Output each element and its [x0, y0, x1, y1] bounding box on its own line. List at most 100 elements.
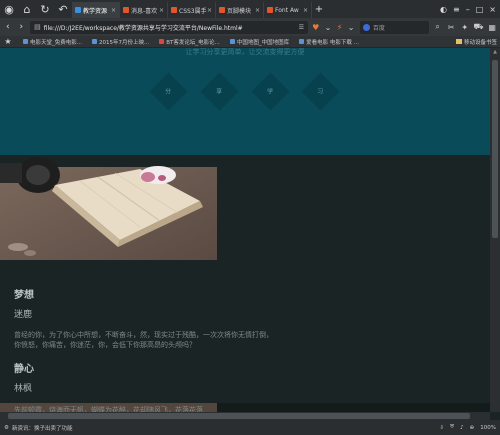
tab-0[interactable]: 教学资源 × — [72, 2, 120, 18]
browser-logo-icon[interactable]: ◉ — [0, 0, 18, 18]
diamond-nav-item[interactable]: 享 — [200, 72, 239, 111]
bookmark-label: 爱看电影 电影下载 ... — [306, 39, 359, 46]
page-icon — [219, 7, 225, 13]
page-icon — [75, 7, 81, 13]
bookmark-label: 电影天堂_免费电影... — [30, 39, 82, 46]
book-photo-illustration — [0, 155, 217, 260]
page-icon — [123, 7, 129, 13]
forward-icon[interactable]: › — [17, 22, 27, 32]
site-icon — [229, 39, 235, 44]
bookmark-label: BT客发论坛_电影论... — [166, 39, 220, 46]
bookmark-item[interactable]: 爱看电影 电影下载 ... — [299, 38, 359, 46]
list-icon[interactable]: ☰ — [299, 24, 304, 31]
section-title: 梦想 — [14, 290, 34, 301]
address-bar[interactable]: ▤ file:///D:/J2EE/workspace/教学资源共享与学习交流平… — [30, 20, 309, 34]
page-content: 让学习分享更简单，让交流变得更方便 分 享 学 习 梦想 迷鹿 曾经的你，为了你… — [0, 48, 490, 420]
cart-icon[interactable]: ⛟ — [473, 22, 483, 32]
close-icon[interactable]: × — [159, 7, 164, 14]
page-icon — [171, 7, 177, 13]
speaker-icon[interactable]: ♪ — [460, 425, 464, 431]
star-icon[interactable]: ★ — [3, 37, 13, 46]
diamond-nav-item[interactable]: 习 — [301, 72, 340, 111]
bookmark-item[interactable]: 电影天堂_免费电影... — [23, 38, 82, 46]
bookmarks-bar: ★ 电影天堂_免费电影... 2015年7月份上映... BT客发论坛_电影论.… — [0, 36, 500, 48]
lightning-icon[interactable]: ⚡ — [337, 23, 343, 32]
url-text: file:///D:/J2EE/workspace/教学资源共享与学习交流平台/… — [43, 24, 243, 32]
menu-icon[interactable]: ≡ — [453, 5, 460, 14]
close-icon[interactable]: × — [303, 7, 308, 14]
diamond-nav-item[interactable]: 学 — [251, 72, 290, 111]
status-bar: ⚙ 新资讯：换子出卖了功能 ⇩ ⛨ ♪ ⊕ 100% — [0, 420, 500, 435]
hero-banner: 让学习分享更简单，让交流变得更方便 分 享 学 习 — [0, 48, 490, 155]
diamond-label: 习 — [317, 88, 324, 96]
search-icon[interactable]: ⌕ — [433, 22, 443, 32]
site-icon — [299, 39, 305, 44]
diamond-nav-item[interactable]: 分 — [149, 72, 188, 111]
site-icon — [23, 39, 28, 44]
close-icon[interactable]: × — [255, 7, 260, 14]
back-icon[interactable]: ‹ — [3, 22, 13, 32]
tab-bar: ◉ ⌂ ↻ ↶ 教学资源 × 消息-喜欢 × CSS3属手 × 页脚模块 × F… — [0, 0, 500, 18]
close-icon[interactable]: × — [207, 7, 212, 14]
search-placeholder: 百度 — [372, 24, 385, 32]
minimize-icon[interactable]: – — [466, 5, 470, 14]
search-engine-icon — [362, 23, 370, 31]
zoom-level[interactable]: 100% — [480, 425, 496, 431]
section-author: 林枫 — [14, 384, 33, 394]
navigation-bar: ‹ › ▤ file:///D:/J2EE/workspace/教学资源共享与学… — [0, 18, 500, 36]
vertical-scrollbar[interactable]: ▲ — [490, 48, 500, 412]
undo-icon[interactable]: ↶ — [54, 0, 72, 18]
horizontal-scrollbar[interactable] — [0, 412, 490, 420]
shield-icon[interactable]: ⛨ — [450, 424, 454, 431]
chevron-down-icon[interactable]: ⌄ — [346, 23, 356, 32]
scroll-thumb[interactable] — [8, 413, 470, 419]
scissors-icon[interactable]: ✂ — [446, 23, 456, 32]
scroll-thumb[interactable] — [492, 60, 498, 238]
hero-caption: 让学习分享更简单，让交流变得更方便 — [185, 48, 305, 56]
tab-label: 页脚模块 — [227, 7, 252, 15]
tab-1[interactable]: 消息-喜欢 × — [120, 2, 168, 18]
chevron-down-icon[interactable]: ⌄ — [323, 23, 333, 32]
mobile-bookmarks-label: 移动设备书签 — [463, 39, 497, 46]
grid-icon[interactable]: ▦ — [487, 23, 497, 32]
new-tab-button[interactable]: + — [312, 4, 326, 15]
extension-icon[interactable]: ✦ — [460, 23, 470, 32]
book-photo — [0, 155, 217, 260]
diamond-label: 分 — [165, 88, 172, 96]
diamond-label: 享 — [216, 88, 223, 96]
bookmark-item[interactable]: 2015年7月份上映... — [92, 38, 149, 46]
tab-4[interactable]: Font Aw × — [264, 2, 312, 18]
tab-label: Font Aw — [275, 6, 299, 14]
close-icon[interactable]: × — [111, 7, 116, 14]
folder-icon — [455, 39, 462, 44]
tab-label: CSS3属手 — [179, 7, 207, 15]
bookmark-item[interactable]: BT客发论坛_电影论... — [159, 38, 220, 46]
status-text: 新资讯：换子出卖了功能 — [11, 425, 73, 432]
download-icon[interactable]: ⇩ — [439, 425, 444, 431]
bookmark-label: 中国地图_中国地图库 — [236, 39, 290, 46]
page-icon — [267, 7, 273, 13]
scroll-up-icon[interactable]: ▲ — [490, 48, 500, 56]
status-tools: ⇩ ⛨ ♪ ⊕ 100% — [439, 424, 496, 431]
tab-3[interactable]: 页脚模块 × — [216, 2, 264, 18]
tab-2[interactable]: CSS3属手 × — [168, 2, 216, 18]
skin-icon[interactable]: ◐ — [440, 5, 447, 14]
reload-icon[interactable]: ↻ — [36, 0, 54, 18]
mobile-bookmarks[interactable]: 移动设备书签 — [455, 38, 497, 46]
tab-label: 教学资源 — [83, 7, 108, 15]
site-icon — [159, 39, 165, 44]
gear-icon[interactable]: ⚙ — [4, 425, 9, 431]
section-author: 迷鹿 — [14, 310, 33, 320]
tab-label: 消息-喜欢 — [131, 7, 158, 15]
section-title: 静心 — [14, 364, 34, 375]
home-icon[interactable]: ⌂ — [18, 0, 36, 18]
heart-icon[interactable]: ♥ — [312, 23, 319, 32]
zoom-icon[interactable]: ⊕ — [470, 425, 475, 431]
window-controls: ◐ ≡ – □ × — [440, 5, 500, 14]
browser-window: ◉ ⌂ ↻ ↶ 教学资源 × 消息-喜欢 × CSS3属手 × 页脚模块 × F… — [0, 0, 500, 435]
bookmark-item[interactable]: 中国地图_中国地图库 — [229, 38, 290, 46]
bookmark-label: 2015年7月份上映... — [99, 39, 150, 46]
maximize-icon[interactable]: □ — [476, 5, 484, 14]
close-window-icon[interactable]: × — [489, 5, 496, 14]
search-input[interactable]: 百度 — [359, 20, 429, 34]
